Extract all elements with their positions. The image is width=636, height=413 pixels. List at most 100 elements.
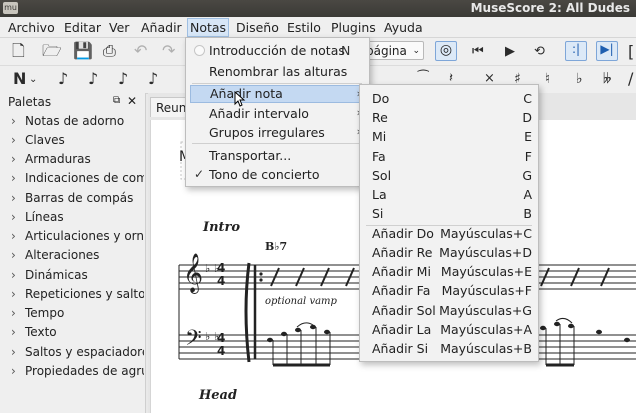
chevron-right-icon: › [11,287,16,301]
note-8th-icon[interactable]: ♪ [148,70,158,88]
note-32nd-icon[interactable]: ♪ [88,70,98,88]
menu-archivo[interactable]: Archivo [8,20,55,35]
submenu-item[interactable]: Si B [372,206,532,225]
chevron-right-icon: › [11,133,16,147]
palette-item[interactable]: › Articulaciones y orna [11,229,144,243]
submenu-item[interactable]: Sol G [372,168,532,187]
palette-item[interactable]: › Barras de compás [11,191,144,205]
submenu-item[interactable]: La A [372,187,532,206]
palette-item[interactable]: › Propiedades de agrup [11,364,144,378]
staff-text-annotation: optional vamp [265,296,337,307]
palette-item[interactable]: › Armaduras [11,152,144,166]
submenu-item-label: Si [372,206,384,221]
submenu-item[interactable]: Añadir Fa Mayúsculas+F [372,283,532,302]
flip-icon[interactable]: / [628,70,633,88]
chord-symbol: B♭7 [265,240,288,253]
chevron-right-icon: › [11,345,16,359]
natural-icon[interactable]: ♮ [545,70,550,88]
submenu-item-shortcut: Mayúsculas+D [439,245,532,260]
menu-estilo[interactable]: Estilo [287,20,321,35]
menu-item-tuplets[interactable]: Grupos irregulares [209,125,325,140]
time-signature-top: 4 [217,261,226,275]
menu-ver[interactable]: Ver [109,20,129,35]
menu-plugins[interactable]: Plugins [331,20,376,35]
submenu-item-label: Sol [372,168,392,183]
submenu-item[interactable]: Añadir Si Mayúsculas+B [372,341,532,360]
menu-item-note-input[interactable]: Introducción de notas [209,43,345,58]
menu-item-transpose[interactable]: Transportar... [209,148,291,163]
palette-item[interactable]: › Texto [11,325,144,339]
note-input-icon[interactable]: N [13,70,26,88]
note-64th-icon[interactable]: ♪ [58,70,68,88]
menu-item-respell-pitches[interactable]: Renombrar las alturas [209,64,347,79]
palette-item[interactable]: › Tempo [11,306,144,320]
palette-item[interactable]: › Repeticiones y saltos [11,287,144,301]
redo-icon[interactable]: ↷ [162,42,175,60]
submenu-item[interactable]: Añadir Mi Mayúsculas+E [372,264,532,283]
palette-item-label: Dinámicas [25,268,88,282]
edit-icon[interactable]: [ [628,43,634,61]
submenu-item[interactable]: Añadir Sol Mayúsculas+G [372,303,532,322]
palette-item[interactable]: › Dinámicas [11,268,144,282]
chevron-down-icon: ⌄ [412,46,420,56]
submenu-item[interactable]: Mi E [372,129,532,148]
notas-menu: Introducción de notas N Renombrar las al… [185,37,370,187]
menu-editar[interactable]: Editar [64,20,101,35]
menu-diseno[interactable]: Diseño [236,20,279,35]
submenu-item-label: Mi [372,129,387,144]
title-bar: mu MuseScore 2: All Dudes [0,0,636,17]
menu-notas[interactable]: Notas [187,18,230,37]
submenu-item-label: Añadir Si [372,341,429,356]
palette-item[interactable]: › Indicaciones de comp [11,171,144,185]
submenu-item[interactable]: Re D [372,110,532,129]
float-panel-icon[interactable]: ⧉ [113,95,120,106]
palette-item[interactable]: › Claves [11,133,144,147]
undo-icon[interactable]: ↶ [134,42,147,60]
submenu-item[interactable]: Añadir La Mayúsculas+A [372,322,532,341]
chevron-down-icon[interactable]: ⌄ [29,71,37,89]
new-score-icon[interactable]: 🗋 [12,42,25,60]
double-flat-icon[interactable]: 𝄫 [603,70,611,88]
metronome-button[interactable]: ◎ [435,41,457,61]
print-icon[interactable]: ⎙ [103,42,116,60]
section-label-intro: Intro [203,220,241,235]
open-folder-icon[interactable]: 🗁 [42,42,62,60]
submenu-item[interactable]: Añadir Do Mayúsculas+C [372,226,532,245]
menu-item-add-interval[interactable]: Añadir intervalo [209,106,309,121]
palette-item[interactable]: › Alteraciones [11,248,144,262]
submenu-item[interactable]: Añadir Re Mayúsculas+D [372,245,532,264]
submenu-item-shortcut: Mayúsculas+F [441,283,532,298]
palette-item[interactable]: › Líneas [11,210,144,224]
menu-item-shortcut: N [341,43,351,58]
menu-ayuda[interactable]: Ayuda [384,20,423,35]
note-16th-icon[interactable]: ♪ [118,70,128,88]
submenu-item-shortcut: A [523,187,532,202]
submenu-item-label: Añadir Do [372,226,434,241]
repeat-button[interactable]: :| [565,41,587,61]
menu-item-add-note-label: Añadir nota [210,86,283,101]
palette-item[interactable]: › Saltos y espaciadores [11,345,144,359]
menu-anadir[interactable]: Añadir [141,20,182,35]
window-title: MuseScore 2: All Dudes [470,1,630,15]
submenu-item-shortcut: D [522,110,532,125]
close-icon[interactable]: ✕ [127,94,137,108]
pan-button[interactable]: ▶| [596,41,618,61]
chevron-right-icon: › [11,114,16,128]
chevron-right-icon: › [11,152,16,166]
palette-item-label: Indicaciones de comp [25,171,144,185]
menu-item-add-note[interactable]: Añadir nota [190,85,363,103]
add-note-submenu: Do C Re D Mi E Fa F Sol G La A Si B Añadir Do Ma… [359,84,539,362]
palette-item[interactable]: › Notas de adorno [11,114,144,128]
rewind-icon[interactable]: ⏮ [472,43,484,61]
zoom-combo[interactable]: página ⌄ [362,41,424,60]
menu-item-concert-pitch[interactable]: Tono de concierto [209,167,319,182]
chevron-right-icon: › [11,191,16,205]
play-icon[interactable]: ▶ [505,43,515,61]
submenu-item-shortcut: Mayúsculas+A [440,322,532,337]
submenu-item[interactable]: Fa F [372,149,532,168]
flat-icon[interactable]: ♭ [576,70,583,88]
loop-icon[interactable]: ⟲ [534,43,545,61]
submenu-item[interactable]: Do C [372,91,532,110]
save-icon[interactable]: 💾 [73,42,93,60]
submenu-item-label: Añadir Mi [372,264,431,279]
